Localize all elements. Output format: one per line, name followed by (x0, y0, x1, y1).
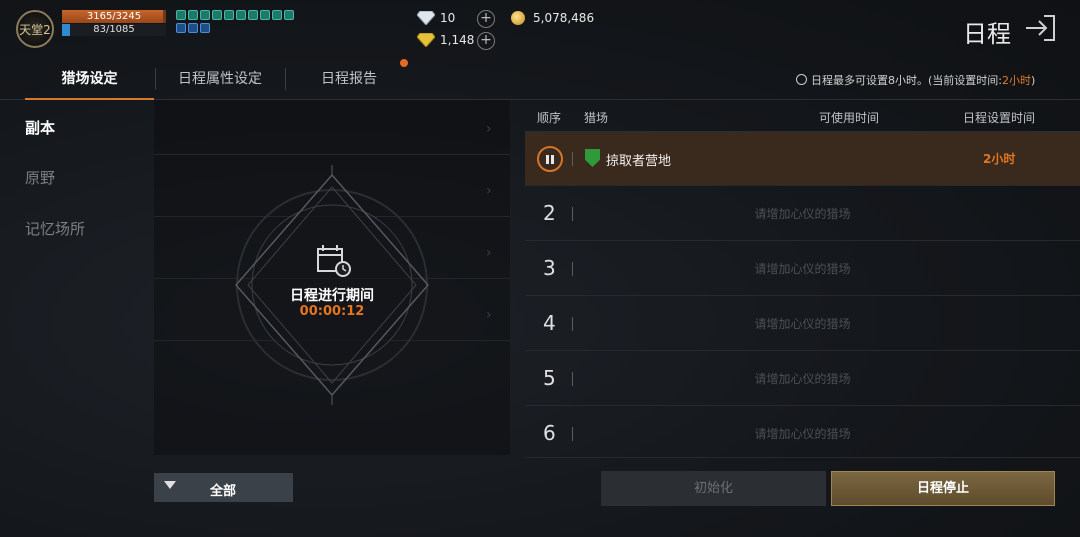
empty-slot-text: 请增加心仪的猎场 (754, 427, 851, 441)
category-sidebar: 副本 原野 记忆场所 (0, 100, 154, 460)
table-row[interactable]: 请增加心仪的猎场 3 (525, 242, 1080, 296)
buff-icon (248, 10, 258, 20)
buff-icon (212, 10, 222, 20)
sidebar-item-memory-place[interactable]: 记忆场所 (25, 218, 85, 239)
top-status-bar: 天堂2 3165/3245 83/1085 10 + 1,148 + 5,078… (0, 0, 1080, 58)
tab-attribute-setting[interactable]: 日程属性设定 (165, 60, 275, 100)
empty-slot-text: 请增加心仪的猎场 (754, 207, 851, 221)
row-divider (572, 207, 573, 221)
chevron-right-icon: › (486, 183, 492, 199)
table-row-active[interactable]: 掠取者营地 2小时 (525, 132, 1080, 186)
diamond-count: 10 (440, 11, 456, 25)
schedule-info-current: 2小时 (1002, 74, 1031, 87)
buff-icon (188, 23, 198, 33)
row-divider (572, 317, 573, 331)
stop-schedule-button[interactable]: 日程停止 (831, 471, 1055, 506)
buff-icon (236, 10, 246, 20)
sidebar-item-dungeon[interactable]: 副本 (25, 117, 55, 138)
filter-label: 全部 (210, 484, 237, 499)
row-number: 3 (543, 256, 556, 280)
gold-gem-icon (417, 33, 435, 47)
hunting-ground-name: 掠取者营地 (606, 154, 672, 169)
buff-icon (176, 10, 186, 20)
tab-divider (155, 68, 156, 90)
buff-icon (272, 10, 282, 20)
table-header: 顺序 猎场 可使用时间 日程设置时间 (525, 100, 1080, 132)
adena-coin-icon (511, 11, 525, 25)
row-divider (572, 427, 573, 441)
page-title: 日程 (963, 20, 1011, 48)
tab-hunting-setting[interactable]: 猎场设定 (25, 60, 154, 100)
row-divider (572, 262, 573, 276)
gold-gem-count: 1,148 (440, 33, 475, 47)
chevron-right-icon: › (486, 307, 492, 323)
schedule-table: 顺序 猎场 可使用时间 日程设置时间 掠取者营地 2小时 请增加心仪的猎场 2 … (525, 100, 1080, 458)
row-number: 6 (543, 421, 556, 445)
tab-report[interactable]: 日程报告 (300, 60, 398, 100)
exit-icon[interactable] (1024, 14, 1056, 42)
schedule-running-label: 日程进行期间 (290, 288, 374, 304)
schedule-timer: 00:00:12 (299, 304, 365, 319)
filter-dropdown[interactable]: 全部 (154, 473, 293, 502)
sidebar-item-field[interactable]: 原野 (25, 167, 55, 188)
empty-slot-text: 请增加心仪的猎场 (754, 317, 851, 331)
filter-icon (164, 481, 176, 489)
add-diamond-button[interactable]: + (477, 10, 495, 28)
header-schedule-time: 日程设置时间 (963, 111, 1036, 125)
schedule-time-value: 2小时 (983, 152, 1016, 166)
reset-button[interactable]: 初始化 (601, 471, 826, 506)
mp-text: 83/1085 (93, 24, 135, 35)
schedule-info-suffix: ) (1031, 74, 1036, 87)
buff-icon (200, 23, 210, 33)
row-divider (572, 152, 573, 166)
schedule-limit-info: 日程最多可设置8小时。(当前设置时间:2小时) (796, 72, 1035, 88)
chevron-right-icon: › (486, 121, 492, 137)
shield-icon (585, 149, 600, 167)
header-available-time: 可使用时间 (819, 111, 880, 125)
buff-icons[interactable] (176, 10, 298, 38)
table-row[interactable]: 请增加心仪的猎场 2 (525, 187, 1080, 241)
adena-count: 5,078,486 (533, 11, 595, 25)
row-number: 5 (543, 366, 556, 390)
diamond-icon (417, 11, 435, 25)
logo-text: 天堂2 (19, 22, 51, 37)
schedule-info-prefix: 日程最多可设置8小时。(当前设置时间: (811, 74, 1002, 87)
header-hunting-ground: 猎场 (584, 111, 609, 125)
table-row[interactable]: 请增加心仪的猎场 4 (525, 297, 1080, 351)
clock-icon (796, 74, 807, 85)
list-item: › (154, 103, 510, 155)
chevron-right-icon: › (486, 245, 492, 261)
game-logo[interactable]: 天堂2 (16, 10, 54, 48)
buff-icon (188, 10, 198, 20)
row-divider (572, 372, 573, 386)
row-number: 2 (543, 201, 556, 225)
pause-icon[interactable] (537, 146, 563, 172)
row-number: 4 (543, 311, 556, 335)
buff-icon (224, 10, 234, 20)
buff-icon (176, 23, 186, 33)
buff-icon (200, 10, 210, 20)
buff-icon (284, 10, 294, 20)
tab-divider (285, 68, 286, 90)
hp-text: 3165/3245 (86, 11, 142, 22)
table-row[interactable]: 请增加心仪的猎场 6 (525, 407, 1080, 458)
table-row[interactable]: 请增加心仪的猎场 5 (525, 352, 1080, 406)
buff-icon (260, 10, 270, 20)
empty-slot-text: 请增加心仪的猎场 (754, 262, 851, 276)
add-gold-gem-button[interactable]: + (477, 32, 495, 50)
notification-dot (400, 59, 408, 67)
empty-slot-text: 请增加心仪的猎场 (754, 372, 851, 386)
header-order: 顺序 (537, 111, 562, 125)
